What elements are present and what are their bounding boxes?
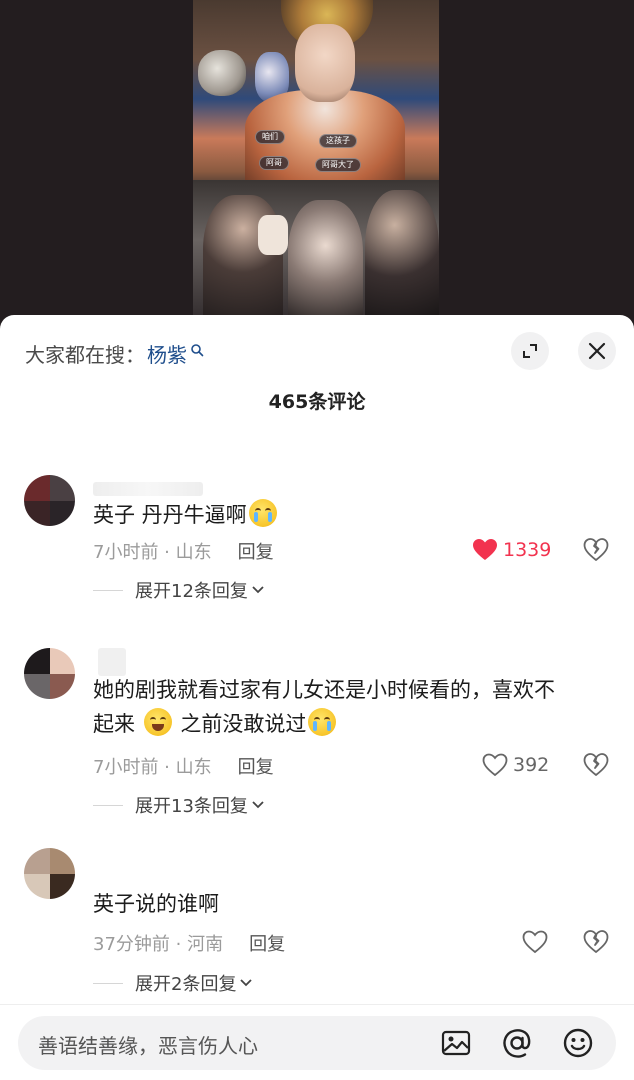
video-face-shape xyxy=(295,24,355,102)
chevron-down-icon xyxy=(252,801,264,809)
expand-sheet-button[interactable] xyxy=(511,332,549,370)
heart-outline-icon xyxy=(522,930,548,954)
trending-search-term[interactable]: 杨紫 xyxy=(147,339,187,368)
crying-face-icon xyxy=(248,499,277,527)
expand-replies-label: 展开2条回复 xyxy=(135,974,237,995)
video-subtitle: 阿哥 xyxy=(259,156,289,170)
like-count: 1339 xyxy=(503,539,552,561)
comment-text: 英子 丹丹牛逼啊 xyxy=(93,498,613,532)
crying-face-icon xyxy=(308,708,337,736)
broken-heart-icon[interactable] xyxy=(583,929,609,955)
like-button[interactable]: 1339 xyxy=(472,538,551,562)
video-teapot-shape xyxy=(198,50,246,96)
comment-text: 她的剧我就看过家有儿女还是小时候看的，喜欢不 起来 之前没敢说过 xyxy=(93,673,613,741)
comment-text-line: 她的剧我就看过家有儿女还是小时候看的，喜欢不 xyxy=(93,678,555,702)
comment-meta: 7小时前 · 山东 回复 xyxy=(93,753,274,779)
comment-text-line: 起来 之前没敢说过 xyxy=(93,707,613,741)
like-button[interactable] xyxy=(522,930,553,954)
reply-button[interactable]: 回复 xyxy=(238,538,274,564)
image-icon[interactable] xyxy=(440,1027,472,1059)
search-icon xyxy=(191,344,204,357)
comment-meta: 7小时前 · 山东 回复 xyxy=(93,538,274,564)
heart-outline-icon xyxy=(482,753,508,777)
comment-input[interactable]: 善语结善缘，恶言伤人心 xyxy=(38,1030,258,1059)
chevron-down-icon xyxy=(240,979,253,987)
comment-text-fragment: 之前没敢说过 xyxy=(180,712,307,736)
trending-search-prefix: 大家都在搜： xyxy=(25,342,145,367)
chevron-down-icon xyxy=(252,586,264,594)
comment-input-bar[interactable]: 善语结善缘，恶言伤人心 xyxy=(18,1016,616,1070)
comment-text: 英子说的谁啊 xyxy=(93,887,613,921)
video-background: 这孩子 阿哥大了 咱们 阿哥 xyxy=(0,0,634,330)
mention-icon[interactable] xyxy=(501,1027,533,1059)
video-player[interactable]: 这孩子 阿哥大了 咱们 阿哥 xyxy=(193,0,439,330)
input-divider xyxy=(0,1004,634,1005)
expand-replies-label: 展开13条回复 xyxy=(135,796,248,817)
comment-sheet: 大家都在搜： 杨紫 465条评论 英子 丹丹牛逼啊 7小时前 · 山东 回复 1… xyxy=(0,315,634,1080)
comment-count: 465条评论 xyxy=(268,391,366,413)
video-person-center xyxy=(288,200,363,330)
username[interactable] xyxy=(93,482,203,496)
close-icon xyxy=(588,342,606,360)
avatar[interactable] xyxy=(24,475,75,526)
comment-meta: 37分钟前 · 河南 回复 xyxy=(93,930,285,956)
expand-replies[interactable]: 展开13条回复 xyxy=(93,792,264,818)
video-hand-shape xyxy=(258,215,288,255)
comment-time-location: 7小时前 · 山东 xyxy=(93,757,212,778)
like-count: 392 xyxy=(513,754,550,776)
broken-heart-icon[interactable] xyxy=(583,752,609,778)
expand-replies[interactable]: 展开12条回复 xyxy=(93,577,264,603)
comment-text-content: 英子说的谁啊 xyxy=(93,892,219,916)
expand-icon xyxy=(523,344,537,358)
comment-time-location: 37分钟前 · 河南 xyxy=(93,934,224,955)
expand-replies[interactable]: 展开2条回复 xyxy=(93,970,253,996)
avatar[interactable] xyxy=(24,848,75,899)
close-button[interactable] xyxy=(578,332,616,370)
reply-button[interactable]: 回复 xyxy=(238,753,274,779)
broken-heart-icon[interactable] xyxy=(583,537,609,563)
heart-filled-icon xyxy=(473,539,497,560)
video-subtitle: 这孩子 xyxy=(319,134,357,148)
comment-text-content: 英子 丹丹牛逼啊 xyxy=(93,503,247,527)
comment-text-fragment: 起来 xyxy=(93,712,135,736)
expand-replies-label: 展开12条回复 xyxy=(135,581,248,602)
video-person-right xyxy=(365,190,439,330)
video-subtitle: 阿哥大了 xyxy=(315,158,361,172)
like-button[interactable]: 392 xyxy=(482,753,549,777)
grinning-sweat-face-icon xyxy=(143,708,172,736)
avatar[interactable] xyxy=(24,648,75,699)
reply-button[interactable]: 回复 xyxy=(249,930,285,956)
trending-search[interactable]: 大家都在搜： 杨紫 xyxy=(25,338,204,368)
emoji-icon[interactable] xyxy=(562,1027,594,1059)
comment-time-location: 7小时前 · 山东 xyxy=(93,542,212,563)
video-subtitle: 咱们 xyxy=(255,130,285,144)
username[interactable] xyxy=(98,648,126,676)
